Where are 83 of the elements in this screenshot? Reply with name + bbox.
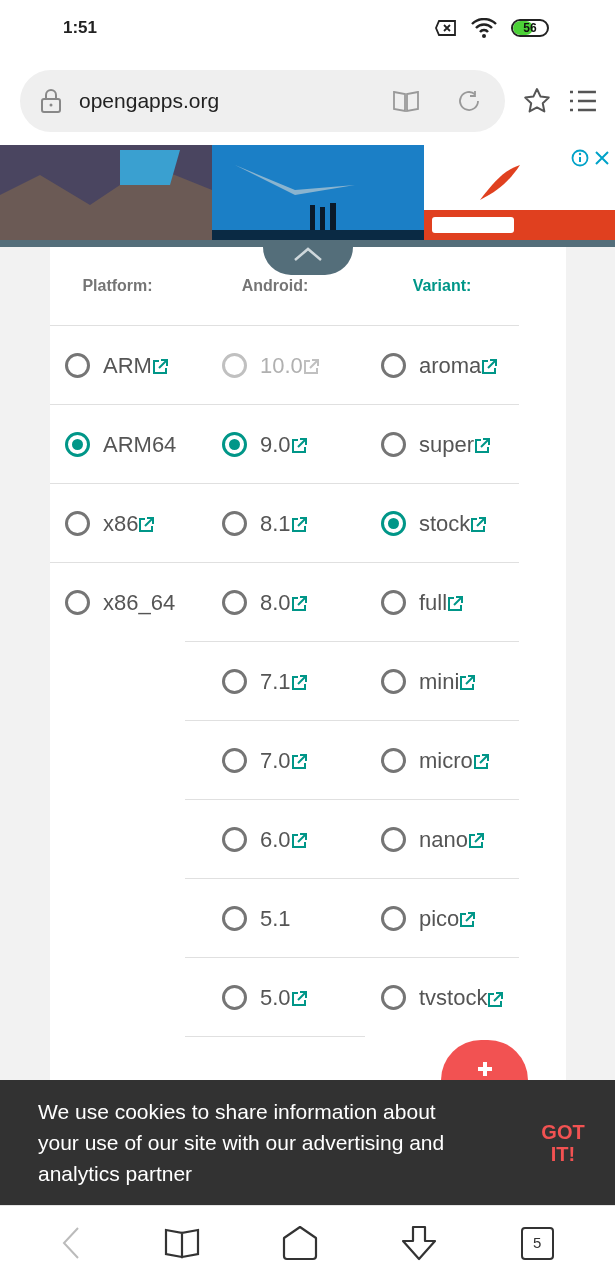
external-link-icon[interactable]: [138, 517, 155, 533]
radio-button[interactable]: [381, 510, 406, 536]
close-icon[interactable]: [594, 150, 610, 166]
option-label[interactable]: 7.0: [260, 743, 291, 777]
radio-button[interactable]: [381, 826, 406, 852]
option-label[interactable]: 8.1: [260, 506, 291, 540]
radio-button[interactable]: [222, 589, 247, 615]
option-label[interactable]: stock: [419, 506, 471, 540]
radio-button[interactable]: [381, 431, 406, 457]
option-label[interactable]: micro: [419, 743, 473, 777]
external-link-icon[interactable]: [470, 517, 487, 533]
address-bar[interactable]: opengapps.org: [20, 69, 506, 132]
menu-icon[interactable]: [569, 88, 597, 113]
wifi-icon: [471, 18, 497, 38]
external-link-icon[interactable]: [467, 833, 484, 849]
sim-x-icon: [435, 20, 457, 36]
home-icon[interactable]: [281, 1225, 318, 1261]
option-label[interactable]: ARM: [103, 348, 152, 382]
download-icon[interactable]: [400, 1225, 439, 1261]
url-text: opengapps.org: [79, 87, 221, 114]
status-time: 1:51: [63, 17, 98, 40]
radio-button[interactable]: [65, 352, 90, 378]
option-label[interactable]: x86: [103, 506, 139, 540]
external-link-icon[interactable]: [290, 596, 307, 612]
external-link-icon[interactable]: [459, 912, 476, 928]
external-link-icon[interactable]: [447, 596, 464, 612]
column-header[interactable]: Platform:: [50, 274, 185, 298]
option-label[interactable]: 9.0: [260, 427, 291, 461]
option-label[interactable]: super: [419, 427, 475, 461]
radio-button[interactable]: [381, 905, 406, 931]
external-link-icon[interactable]: [290, 675, 307, 691]
option-label[interactable]: 8.0: [260, 585, 291, 619]
radio-button[interactable]: [65, 431, 90, 457]
lock-icon: [40, 87, 62, 114]
external-link-icon[interactable]: [290, 754, 307, 770]
external-link-icon[interactable]: [151, 359, 168, 375]
radio-button[interactable]: [222, 431, 247, 457]
radio-button[interactable]: [65, 510, 90, 536]
option-label[interactable]: full: [419, 585, 448, 619]
external-link-icon[interactable]: [290, 991, 307, 1007]
plus-icon: [477, 1062, 492, 1076]
option-label[interactable]: 5.0: [260, 980, 291, 1014]
column-header[interactable]: Android:: [185, 274, 365, 298]
external-link-icon[interactable]: [481, 359, 498, 375]
radio-button[interactable]: [222, 826, 247, 852]
option-label[interactable]: 6.0: [260, 822, 291, 856]
radio-button[interactable]: [65, 590, 90, 615]
radio-button[interactable]: [222, 510, 247, 536]
cookie-message: We use cookies to share information about your use of our site with our advertising and analytics partner: [38, 1099, 446, 1187]
info-icon[interactable]: [571, 149, 589, 167]
external-link-icon[interactable]: [474, 438, 491, 454]
chevron-up-icon: [293, 247, 323, 261]
external-link-icon[interactable]: [472, 754, 489, 770]
option-label[interactable]: nano: [419, 822, 468, 856]
back-icon[interactable]: [61, 1226, 82, 1260]
reload-icon[interactable]: [457, 88, 482, 113]
external-link-icon[interactable]: [459, 675, 476, 691]
radio-button[interactable]: [381, 589, 406, 615]
option-label[interactable]: tvstock: [419, 981, 488, 1014]
tabs-button[interactable]: 5: [520, 1226, 554, 1260]
external-link-icon[interactable]: [290, 833, 307, 849]
option-label[interactable]: mini: [419, 664, 460, 698]
external-link-icon[interactable]: [487, 991, 504, 1008]
radio-button[interactable]: [381, 985, 406, 1010]
radio-button[interactable]: [222, 984, 247, 1010]
book-icon[interactable]: [163, 1227, 200, 1259]
external-link-icon[interactable]: [290, 517, 307, 533]
radio-button[interactable]: [381, 352, 406, 378]
option-label[interactable]: pico: [419, 901, 460, 935]
column-header[interactable]: Variant:: [365, 274, 519, 298]
radio-button[interactable]: [222, 905, 247, 931]
radio-button[interactable]: [222, 668, 247, 694]
radio-button[interactable]: [222, 747, 247, 773]
radio-button[interactable]: [381, 747, 406, 773]
option-label[interactable]: 7.1: [260, 664, 291, 698]
star-icon[interactable]: [523, 86, 552, 115]
option-label[interactable]: ARM64: [103, 427, 177, 461]
option-label[interactable]: x86_64: [103, 586, 176, 619]
external-link-icon[interactable]: [290, 438, 307, 454]
radio-button[interactable]: [381, 668, 406, 694]
got-it-button[interactable]: GOT IT!: [537, 1120, 589, 1165]
option-label[interactable]: aroma: [419, 348, 482, 382]
option-label[interactable]: 5.1: [260, 901, 291, 935]
